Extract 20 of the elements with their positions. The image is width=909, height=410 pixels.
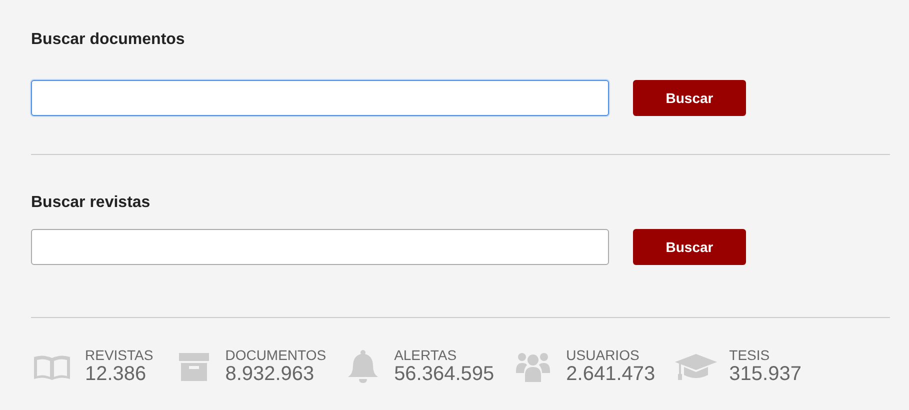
section-heading: Buscar documentos [31, 30, 186, 50]
stat-value: 2.641.473 [566, 363, 656, 386]
stat-value: 315.937 [729, 363, 802, 386]
stat-label: DOCUMENTOS [225, 348, 326, 364]
cap-icon [675, 352, 718, 382]
stat-value: 8.932.963 [225, 363, 316, 386]
stat-value: 56.364.595 [394, 363, 494, 386]
search-field[interactable] [31, 80, 609, 116]
stat-label: ALERTAS [394, 348, 458, 364]
stat-value: 12.386 [85, 363, 148, 386]
section-heading: Buscar revistas [31, 193, 152, 213]
search-field[interactable] [31, 229, 609, 265]
search-button[interactable]: Buscar [633, 229, 746, 265]
bell-icon [348, 350, 378, 384]
box-icon [179, 352, 210, 382]
stat-label: USUARIOS [566, 348, 640, 364]
stat-label: TESIS [729, 348, 771, 364]
users-icon [516, 350, 550, 383]
search-button[interactable]: Buscar [633, 80, 746, 116]
stat-label: REVISTAS [85, 348, 154, 364]
